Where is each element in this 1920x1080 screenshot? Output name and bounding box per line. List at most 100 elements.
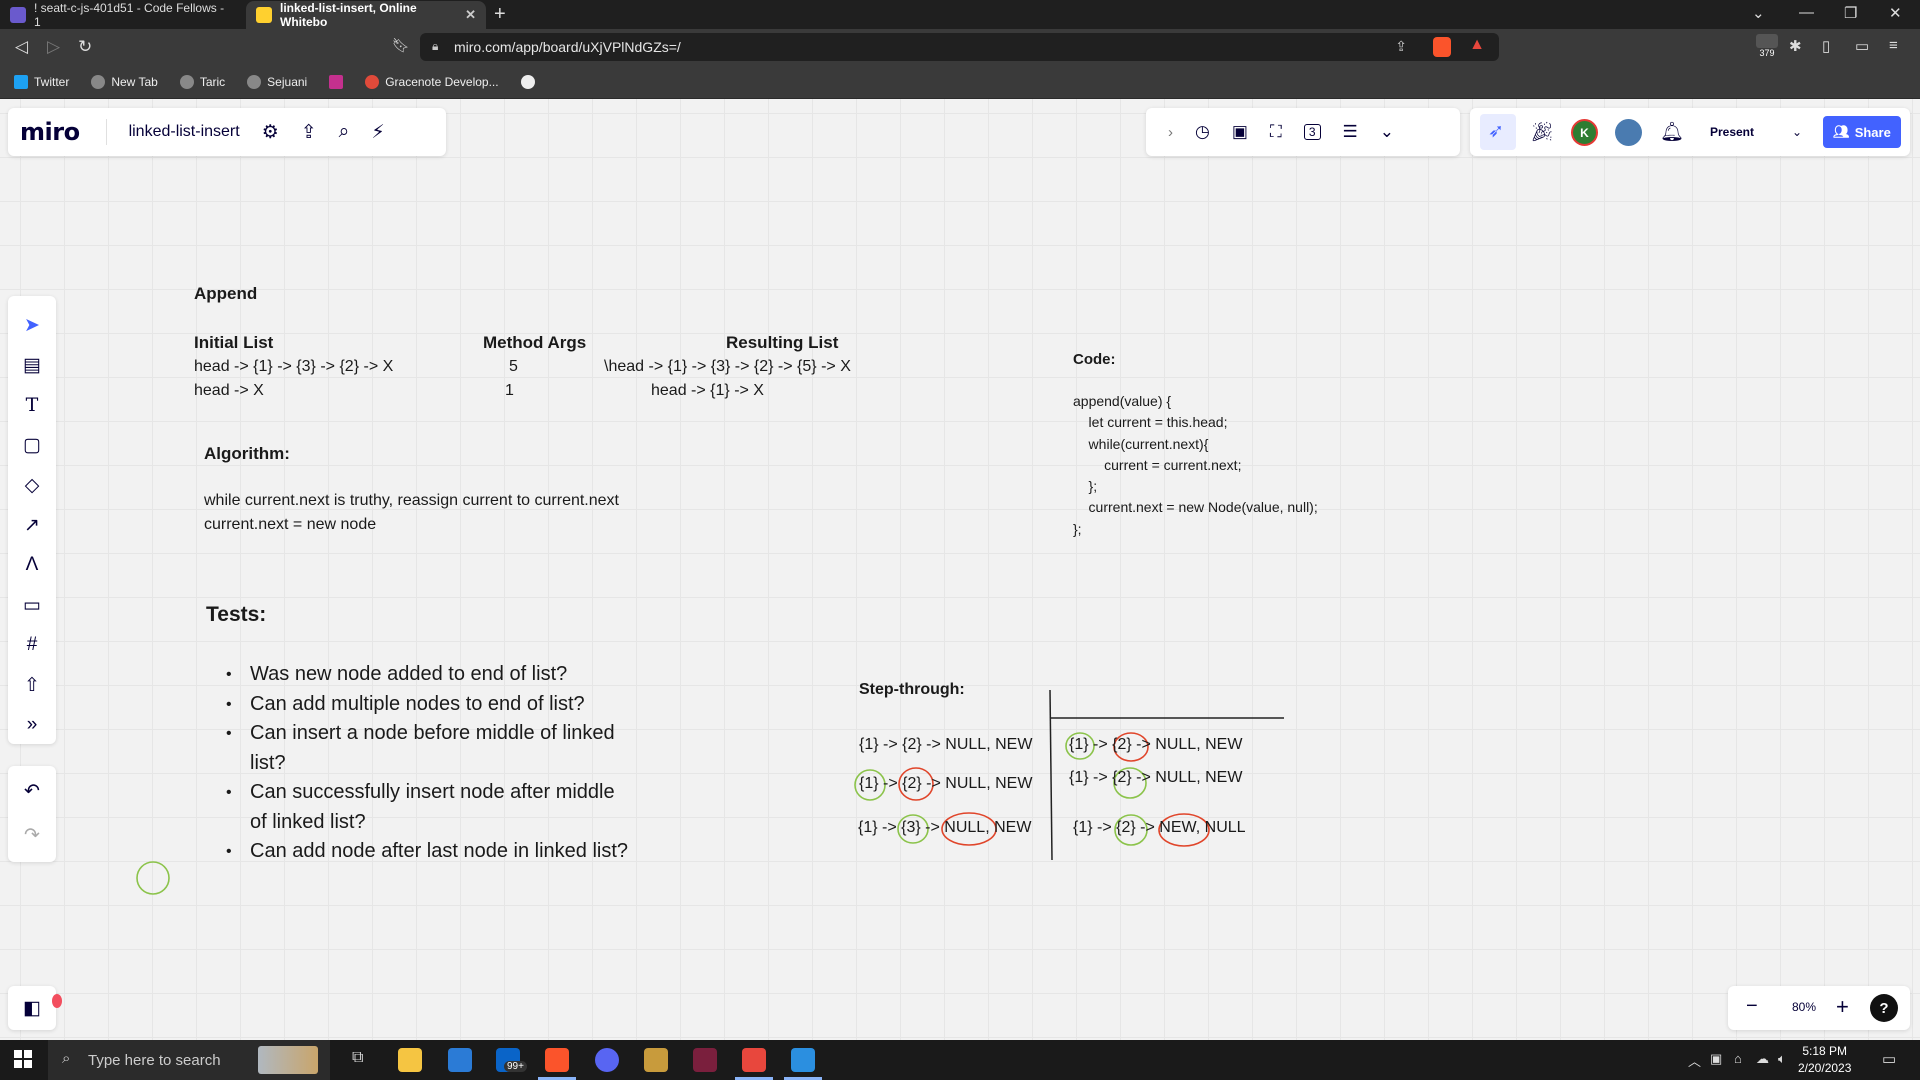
tests-list[interactable]: Was new node added to end of list? Can a… [226, 660, 636, 867]
algorithm-line[interactable]: while current.next is truthy, reassign c… [204, 492, 619, 510]
redo-icon[interactable]: ↷ [8, 824, 56, 847]
board-canvas[interactable] [0, 99, 1920, 1041]
code-title[interactable]: Code: [1073, 351, 1116, 368]
table-cell[interactable]: head -> {1} -> {3} -> {2} -> X [194, 358, 393, 376]
wallet-icon[interactable]: ▭ [1855, 37, 1869, 55]
step-cell[interactable]: {1} -> {2} -> NEW, NULL [1073, 819, 1246, 837]
miro-logo[interactable]: miro [20, 118, 80, 146]
step-cell[interactable]: {1} -> {2} -> NULL, NEW [1069, 769, 1242, 787]
file-explorer-icon[interactable] [398, 1048, 422, 1072]
table-header-initial[interactable]: Initial List [194, 333, 273, 353]
reactions-party-icon[interactable]: 🎉︎ [1530, 120, 1554, 144]
close-window-button[interactable]: ✕ [1889, 4, 1902, 22]
step-cell[interactable]: {1} -> {2} -> NULL, NEW [859, 736, 1032, 754]
comment-icon[interactable]: ▭ [8, 594, 56, 617]
vscode-icon[interactable] [791, 1048, 815, 1072]
share-button[interactable]: 👥︎ Share [1823, 116, 1901, 148]
table-cell[interactable]: 5 [509, 358, 518, 376]
zoom-out-icon[interactable]: − [1746, 995, 1758, 1018]
volume-icon[interactable]: 🔈︎ [1778, 1051, 1786, 1067]
restore-button[interactable]: ❐ [1844, 4, 1857, 22]
bookmark-gracenote[interactable]: Gracenote Develop... [365, 74, 499, 89]
table-cell[interactable]: 1 [505, 382, 514, 400]
bookmark-slack[interactable] [329, 74, 344, 89]
counter-icon[interactable]: 3 [1303, 124, 1321, 140]
collapse-chevron-icon[interactable]: › [1168, 124, 1173, 141]
share-page-icon[interactable]: ⇪ [1395, 38, 1407, 55]
bookmark-new-tab[interactable]: New Tab [91, 74, 158, 89]
search-icon[interactable]: ⌕ [339, 121, 350, 143]
notifications-bell-icon[interactable]: 🔔︎ [1660, 120, 1684, 144]
bookmark-icon[interactable]: 🔖︎ [392, 37, 410, 54]
algorithm-title[interactable]: Algorithm: [204, 444, 290, 464]
zoom-in-icon[interactable]: + [1836, 994, 1849, 1020]
settings-gear-icon[interactable]: ⚙ [262, 121, 279, 144]
tab-code-fellows[interactable]: ! seatt-c-js-401d51 - Code Fellows - 1 [0, 1, 244, 29]
bookmark-sejuani[interactable]: Sejuani [247, 74, 307, 89]
tray-app-icon[interactable]: ▣ [1710, 1051, 1722, 1067]
connection-line-icon[interactable]: ↗ [8, 514, 56, 537]
bookmark-github[interactable] [520, 74, 535, 89]
frames-list-icon[interactable]: ◧ [8, 997, 56, 1020]
apps-integration-icon[interactable]: ⚡︎ [371, 121, 384, 144]
table-cell[interactable]: \head -> {1} -> {3} -> {2} -> {5} -> X [604, 358, 851, 376]
step-cell[interactable]: {1} -> {2} -> NULL, NEW [859, 775, 1032, 793]
frame-icon[interactable]: # [8, 634, 56, 656]
table-header-args[interactable]: Method Args [483, 333, 586, 353]
sticky-note-icon[interactable]: ▢ [8, 434, 56, 457]
taskbar-search-input[interactable]: ⌕ Type here to search [48, 1040, 330, 1080]
brave-shields-icon[interactable] [1433, 37, 1451, 57]
new-tab-button[interactable]: + [494, 4, 506, 24]
onedrive-cloud-icon[interactable]: ☁ [1756, 1051, 1769, 1067]
network-icon[interactable]: ⌂ [1734, 1051, 1742, 1066]
table-header-result[interactable]: Resulting List [726, 333, 838, 353]
present-button[interactable]: Present [1706, 120, 1758, 144]
tests-title[interactable]: Tests: [206, 603, 266, 627]
upload-icon[interactable]: ⇧ [8, 674, 56, 697]
step-cell[interactable]: {1} -> {2} -> NULL, NEW [1069, 736, 1242, 754]
voting-card-icon[interactable]: ▣ [1232, 122, 1248, 142]
menu-icon[interactable]: ≡ [1889, 37, 1898, 54]
append-title[interactable]: Append [194, 284, 257, 304]
board-title[interactable]: linked-list-insert [105, 119, 240, 145]
table-cell[interactable]: head -> {1} -> X [651, 382, 764, 400]
close-tab-icon[interactable]: ✕ [465, 7, 476, 23]
more-tools-icon[interactable]: ⌄ [1380, 122, 1394, 142]
templates-icon[interactable]: ▤ [8, 354, 56, 377]
avatar-user-photo[interactable] [1615, 119, 1642, 146]
bookmark-taric[interactable]: Taric [179, 74, 225, 89]
windows-start-icon[interactable] [14, 1050, 32, 1068]
reload-button[interactable]: ↻ [78, 37, 92, 57]
pen-icon[interactable]: Λ [8, 554, 56, 576]
taskbar-clock[interactable]: 5:18 PM 2/20/2023 [1798, 1043, 1851, 1077]
algorithm-line[interactable]: current.next = new node [204, 516, 376, 534]
tab-miro[interactable]: linked-list-insert, Online Whitebo ✕ [246, 1, 486, 29]
code-block[interactable]: append(value) { let current = this.head;… [1073, 391, 1318, 540]
url-bar[interactable]: 🔒︎ miro.com/app/board/uXjVPlNdGZs=/ ⇪ ▲ [420, 33, 1499, 61]
present-dropdown-icon[interactable]: ⌄ [1792, 120, 1802, 144]
zoom-level[interactable]: 80% [1792, 1000, 1816, 1014]
discord-icon[interactable] [595, 1048, 619, 1072]
action-center-icon[interactable]: ▭ [1882, 1050, 1896, 1068]
brave-rewards-icon[interactable]: ▲ [1469, 36, 1485, 54]
valorant-icon[interactable] [693, 1048, 717, 1072]
league-client-icon[interactable] [644, 1048, 668, 1072]
brave-browser-icon[interactable] [545, 1048, 569, 1072]
table-cell[interactable]: head -> X [194, 382, 264, 400]
tab-search-chevron-icon[interactable]: ⌄ [1752, 4, 1765, 22]
select-cursor-icon[interactable]: ➤ [8, 314, 56, 337]
cursor-follow-icon[interactable]: ➶ [1488, 120, 1504, 143]
focus-frame-icon[interactable]: ⛶ [1270, 122, 1282, 142]
tray-chevron-icon[interactable]: ︿ [1688, 1051, 1701, 1070]
notes-icon[interactable]: ☰ [1343, 122, 1358, 142]
shapes-icon[interactable]: ◇ [8, 474, 56, 497]
step-cell[interactable]: {1} -> {3} -> NULL, NEW [858, 819, 1031, 837]
task-view-icon[interactable]: ⧉ [352, 1049, 363, 1067]
bookmark-twitter[interactable]: Twitter [14, 74, 69, 89]
more-apps-icon[interactable]: » [8, 714, 56, 736]
extensions-puzzle-icon[interactable]: ✱ [1789, 37, 1802, 55]
store-icon[interactable] [448, 1048, 472, 1072]
back-button[interactable]: ◁ [15, 37, 28, 57]
undo-icon[interactable]: ↶ [8, 780, 56, 803]
step-through-title[interactable]: Step-through: [859, 681, 965, 699]
